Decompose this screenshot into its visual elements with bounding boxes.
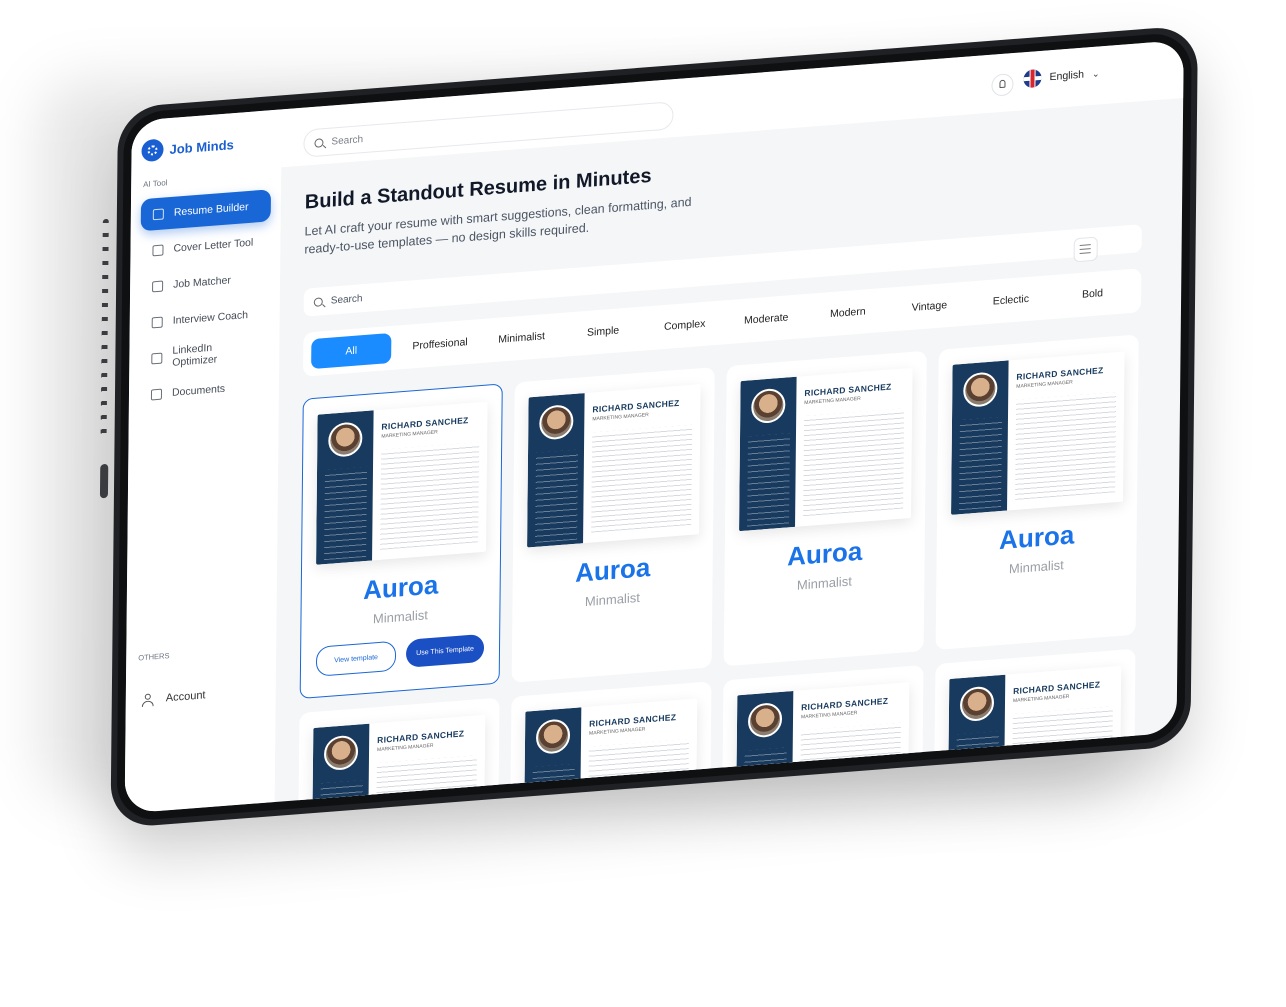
main-content: Search English ⌄ Build a Standout Resume… bbox=[275, 39, 1184, 814]
sidebar-item-label: LinkedIn Optimizer bbox=[172, 341, 218, 369]
sidebar-item-account[interactable]: Account bbox=[142, 689, 206, 706]
profile-photo bbox=[963, 371, 998, 408]
sidebar-item-label: Resume Builder bbox=[173, 200, 249, 219]
app-name: Job Minds bbox=[169, 136, 234, 157]
notification-bell-icon[interactable] bbox=[991, 73, 1014, 97]
side-button bbox=[99, 463, 109, 499]
resume-preview: RICHARD SANCHEZ MARKETING MANAGER bbox=[527, 384, 701, 548]
tab-complex[interactable]: Complex bbox=[644, 307, 726, 343]
template-card[interactable]: RICHARD SANCHEZ MARKETING MANAGER Auroa … bbox=[511, 367, 715, 683]
profile-photo bbox=[323, 734, 359, 772]
template-grid: RICHARD SANCHEZ MARKETING MANAGER Auroa … bbox=[298, 333, 1152, 814]
sidebar-item-label: Interview Coach bbox=[172, 308, 249, 327]
app-screen: Job Minds AI Tool Resume Builder Cover L… bbox=[124, 39, 1184, 814]
tablet-device: Job Minds AI Tool Resume Builder Cover L… bbox=[99, 24, 1198, 829]
search-icon bbox=[313, 296, 323, 307]
template-name: Auroa bbox=[998, 519, 1075, 556]
sidebar-item-label: Cover Letter Tool bbox=[173, 236, 254, 255]
view-template-button[interactable]: View template bbox=[315, 640, 397, 677]
profile-photo bbox=[539, 403, 574, 441]
others-section-label: OTHERS bbox=[138, 651, 170, 663]
sidebar: Job Minds AI Tool Resume Builder Cover L… bbox=[124, 109, 282, 814]
sidebar-item-label: Job Matcher bbox=[173, 274, 231, 291]
page-body: Build a Standout Resume in Minutes Let A… bbox=[274, 98, 1183, 814]
uk-flag-icon bbox=[1023, 68, 1042, 89]
job-matcher-icon bbox=[152, 280, 164, 292]
language-selector[interactable]: English ⌄ bbox=[1023, 64, 1100, 89]
template-card[interactable]: RICHARD SANCHEZ MARKETING MANAGER Auroa … bbox=[935, 334, 1139, 651]
sidebar-item-linkedin-optimizer[interactable]: LinkedIn Optimizer bbox=[139, 333, 269, 375]
tab-bold[interactable]: Bold bbox=[1052, 276, 1134, 312]
tab-moderate[interactable]: Moderate bbox=[725, 301, 807, 337]
resume-preview: RICHARD SANCHEZ MARKETING MANAGER bbox=[739, 367, 913, 532]
template-card[interactable]: RICHARD SANCHEZ MARKETING MANAGER Auroa … bbox=[299, 383, 503, 700]
cover-letter-icon bbox=[152, 244, 164, 256]
template-card[interactable]: RICHARD SANCHEZ MARKETING MANAGER Auroa … bbox=[723, 350, 927, 667]
user-icon bbox=[142, 693, 154, 706]
tab-vintage[interactable]: Vintage bbox=[888, 288, 970, 324]
profile-photo bbox=[328, 421, 363, 458]
tab-all[interactable]: All bbox=[311, 332, 392, 370]
tablet-frame: Job Minds AI Tool Resume Builder Cover L… bbox=[99, 24, 1198, 829]
template-name: Auroa bbox=[787, 535, 863, 572]
use-template-button[interactable]: Use This Template bbox=[405, 633, 485, 668]
sidebar-item-resume-builder[interactable]: Resume Builder bbox=[140, 189, 272, 232]
profile-photo bbox=[535, 718, 571, 755]
tab-proffesional[interactable]: Proffesional bbox=[399, 326, 481, 362]
interview-icon bbox=[151, 316, 163, 328]
search-placeholder: Search bbox=[331, 133, 364, 148]
search-icon bbox=[314, 137, 324, 148]
logo-icon bbox=[141, 138, 164, 163]
filter-settings-icon[interactable] bbox=[1073, 236, 1098, 263]
sidebar-item-documents[interactable]: Documents bbox=[139, 369, 269, 411]
linkedin-icon bbox=[151, 352, 163, 364]
language-label: English bbox=[1049, 68, 1085, 84]
account-label: Account bbox=[165, 689, 206, 705]
card-actions: View template Use This Template bbox=[315, 633, 485, 677]
chevron-down-icon: ⌄ bbox=[1091, 67, 1100, 79]
tab-simple[interactable]: Simple bbox=[562, 313, 644, 349]
sidebar-item-interview-coach[interactable]: Interview Coach bbox=[140, 297, 270, 339]
profile-photo bbox=[747, 701, 783, 739]
tab-eclectic[interactable]: Eclectic bbox=[970, 282, 1052, 318]
profile-photo bbox=[959, 685, 995, 723]
resume-preview: RICHARD SANCHEZ MARKETING MANAGER bbox=[316, 401, 488, 565]
search-placeholder: Search bbox=[330, 292, 363, 307]
resume-preview: RICHARD SANCHEZ MARKETING MANAGER bbox=[951, 351, 1125, 515]
stage: Job Minds AI Tool Resume Builder Cover L… bbox=[0, 0, 1286, 1007]
resume-icon bbox=[152, 207, 164, 220]
template-name: Auroa bbox=[575, 552, 651, 588]
tab-minimalist[interactable]: Minimalist bbox=[481, 320, 563, 356]
profile-photo bbox=[751, 387, 786, 425]
sidebar-item-job-matcher[interactable]: Job Matcher bbox=[140, 261, 270, 303]
tab-modern[interactable]: Modern bbox=[807, 295, 889, 331]
documents-icon bbox=[150, 388, 163, 400]
sidebar-item-cover-letter-tool[interactable]: Cover Letter Tool bbox=[140, 225, 270, 267]
sidebar-item-label: Documents bbox=[171, 382, 226, 399]
template-name: Auroa bbox=[363, 569, 439, 606]
